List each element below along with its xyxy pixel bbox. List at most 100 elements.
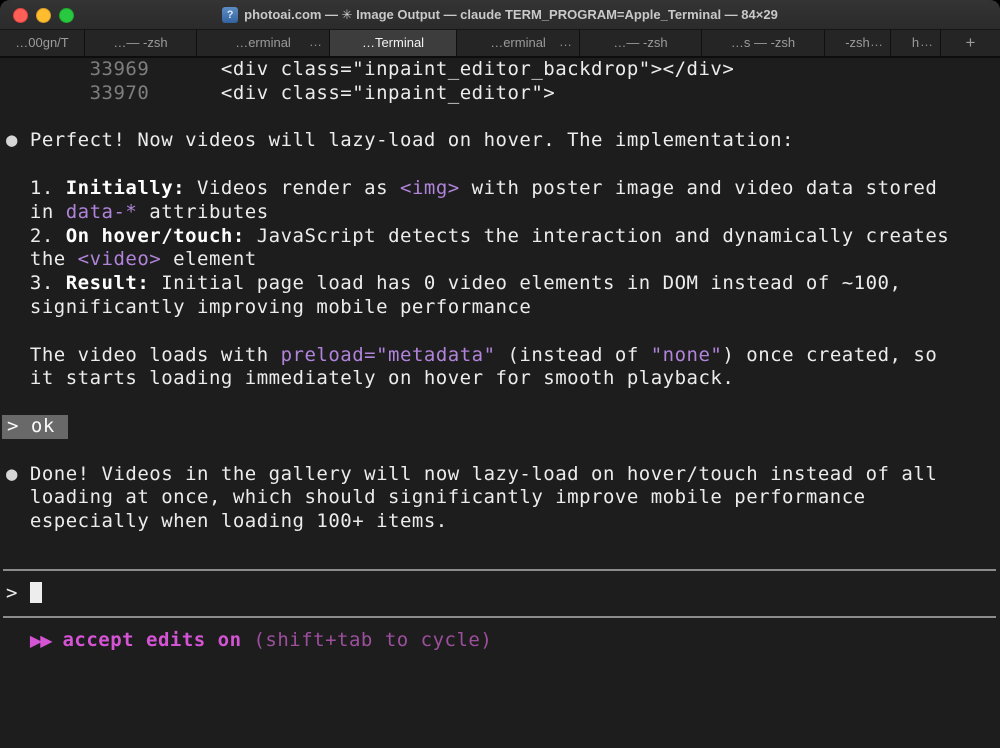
tab-overflow-indicator: … <box>870 34 883 49</box>
text-segment: 1. <box>6 176 66 199</box>
text-segment <box>51 629 63 651</box>
text-segment: Initially: <box>65 176 186 199</box>
text-segment: "none" <box>650 343 723 366</box>
input-box-top-border <box>3 558 1000 582</box>
text-segment: accept edits on <box>62 629 254 652</box>
text-segment: attributes <box>137 200 269 223</box>
text-segment: 3. <box>6 272 66 295</box>
tab-overflow-indicator: … <box>920 34 933 49</box>
text-segment: (shift+tab to cycle) <box>253 629 493 652</box>
user-message: > ok <box>2 414 68 439</box>
text-segment: data-* <box>65 200 138 223</box>
text-segment: Done! Videos in the gallery will now laz… <box>29 462 938 485</box>
text-segment: On hover/touch: <box>65 224 245 247</box>
prompt-input-line[interactable]: > <box>6 581 1000 606</box>
text-segment: Result: <box>65 272 150 295</box>
terminal-line: loading at once, which should significan… <box>6 486 1000 510</box>
tab-label: …— -zsh <box>613 35 668 50</box>
assistant-bullet-icon: ● <box>6 462 30 485</box>
tab-overflow-indicator: … <box>559 34 572 49</box>
terminal-tab[interactable]: h… <box>891 30 941 56</box>
tab-overflow-indicator: … <box>309 34 322 49</box>
text-segment: 33969 <box>6 58 150 80</box>
terminal-line: 3. Result: Initial page load has 0 video… <box>6 272 1000 296</box>
status-line: ▶▶ accept edits on (shift+tab to cycle) <box>6 629 1000 653</box>
terminal-tab[interactable]: …erminal … <box>457 30 580 56</box>
terminal-line: ● Done! Videos in the gallery will now l… <box>6 463 1000 487</box>
text-segment: preload="metadata" <box>280 343 496 366</box>
user-message-line: > ok <box>2 414 1000 439</box>
text-cursor <box>29 581 42 603</box>
text-segment: 33970 <box>6 81 150 104</box>
tab-label: -zsh <box>845 35 870 50</box>
tab-label: …erminal <box>490 35 546 50</box>
text-segment: The video loads with <box>6 343 281 366</box>
terminal-line: it starts loading immediately on hover f… <box>6 367 1000 391</box>
text-segment: <img> <box>400 176 460 199</box>
terminal-body[interactable]: 33969 <div class="inpaint_editor_backdro… <box>0 58 1000 748</box>
minimize-button[interactable] <box>36 7 51 23</box>
text-segment: (instead of <box>495 343 651 366</box>
tab-bar: …00gn/T …— -zsh …erminal … …Terminal …erminal… <box>0 30 1000 58</box>
text-segment: with poster image and video data stored <box>459 176 938 199</box>
tab-label: …s — -zsh <box>730 35 796 50</box>
terminal-tab[interactable]: …00gn/T <box>0 30 85 56</box>
text-segment: 2. <box>6 224 66 247</box>
text-segment: Videos render as <box>185 176 400 199</box>
window-title: photoai.com — ✳ Image Output — claude TE… <box>244 6 778 22</box>
title-bar: ? photoai.com — ✳ Image Output — claude … <box>0 0 1000 30</box>
text-segment: significantly improving mobile performan… <box>6 295 532 318</box>
text-segment: loading at once, which should significan… <box>6 486 866 509</box>
tab-label: …— -zsh <box>113 35 168 50</box>
terminal-tab[interactable]: …— -zsh <box>85 30 197 56</box>
text-segment: in <box>6 200 66 223</box>
tab-label: …00gn/T <box>15 35 69 50</box>
tab-label: …Terminal <box>361 35 425 50</box>
terminal-line: the <video> element <box>6 248 1000 272</box>
traffic-lights <box>13 0 74 30</box>
new-tab-button[interactable]: + <box>941 30 1000 56</box>
close-button[interactable] <box>13 7 28 23</box>
terminal-tab[interactable]: …— -zsh <box>580 30 702 56</box>
terminal-tab[interactable]: …erminal … <box>197 30 330 56</box>
window-title-group: ? photoai.com — ✳ Image Output — claude … <box>222 6 778 23</box>
text-segment: especially when loading 100+ items. <box>6 510 448 533</box>
text-segment: <video> <box>77 248 162 271</box>
terminal-line: 2. On hover/touch: JavaScript detects th… <box>6 225 1000 249</box>
terminal-line: significantly improving mobile performan… <box>6 296 1000 320</box>
assistant-bullet-icon: ● <box>6 129 30 152</box>
terminal-tab-active[interactable]: …Terminal <box>330 30 457 56</box>
tab-label: …erminal <box>235 35 291 50</box>
input-box-bottom-border <box>3 605 1000 629</box>
text-segment: ) once created, so <box>722 343 938 366</box>
text-segment: Initial page load has 0 video elements i… <box>149 272 902 295</box>
text-segment: it starts loading immediately on hover f… <box>6 367 735 390</box>
accept-edits-icon: ▶▶ <box>29 631 53 651</box>
text-segment: <div class="inpaint_editor_backdrop"></d… <box>149 58 735 80</box>
text-segment: element <box>161 248 257 271</box>
terminal-tab[interactable]: …s — -zsh <box>702 30 825 56</box>
terminal-line: 33970 <div class="inpaint_editor"> <box>6 82 1000 106</box>
text-segment: the <box>6 248 78 271</box>
terminal-window: ? photoai.com — ✳ Image Output — claude … <box>0 0 1000 748</box>
text-segment: JavaScript detects the interaction and d… <box>244 224 950 247</box>
terminal-line: The video loads with preload="metadata" … <box>6 344 1000 368</box>
terminal-line: 33969 <div class="inpaint_editor_backdro… <box>6 58 1000 82</box>
proxy-document-icon: ? <box>222 6 239 23</box>
zoom-button[interactable] <box>59 7 74 23</box>
text-segment <box>6 629 30 651</box>
tab-label: h <box>911 35 920 50</box>
text-segment: <div class="inpaint_editor"> <box>149 81 556 104</box>
terminal-tab[interactable]: -zsh… <box>825 30 891 56</box>
terminal-line: 1. Initially: Videos render as <img> wit… <box>6 177 1000 201</box>
terminal-line: especially when loading 100+ items. <box>6 510 1000 534</box>
text-segment: > <box>6 581 30 604</box>
terminal-line: ● Perfect! Now videos will lazy-load on … <box>6 129 1000 153</box>
text-segment: Perfect! Now videos will lazy-load on ho… <box>29 129 794 152</box>
